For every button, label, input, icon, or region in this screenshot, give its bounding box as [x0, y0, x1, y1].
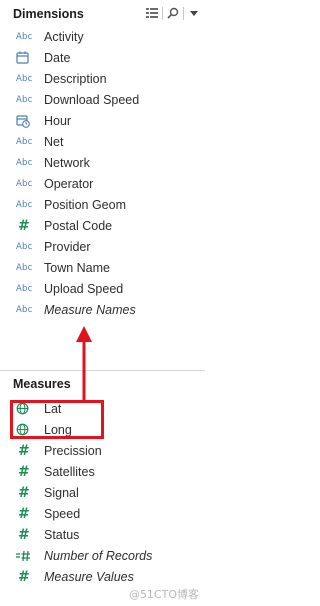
field-satellites[interactable]: # Satellites	[0, 461, 205, 482]
abc-string-icon: Abc	[16, 94, 33, 105]
hash-number-icon: #	[18, 463, 30, 480]
field-label: Lat	[44, 401, 62, 416]
field-label: Number of Records	[44, 548, 153, 563]
datetime-clock-icon	[16, 114, 36, 128]
abc-string-icon: Abc	[16, 157, 33, 168]
field-label: Download Speed	[44, 92, 140, 107]
field-network[interactable]: Abc Network	[0, 152, 205, 173]
field-long[interactable]: Long	[0, 419, 205, 440]
field-signal[interactable]: # Signal	[0, 482, 205, 503]
field-label: Hour	[44, 113, 72, 128]
hash-number-icon: #	[18, 505, 30, 522]
hash-number-icon: #	[18, 568, 30, 585]
abc-string-icon: Abc	[16, 136, 33, 147]
field-label: Signal	[44, 485, 79, 500]
dimensions-title: Dimensions	[13, 7, 84, 21]
abc-string-icon: Abc	[16, 178, 33, 189]
field-label: Measure Values	[44, 569, 134, 584]
header-toolbar	[145, 6, 201, 20]
field-label: Town Name	[44, 260, 110, 275]
pane-divider[interactable]	[0, 370, 205, 371]
abc-string-icon: Abc	[16, 31, 33, 42]
field-status[interactable]: # Status	[0, 524, 205, 545]
list-view-icon[interactable]	[145, 6, 159, 20]
calendar-date-icon	[16, 51, 36, 65]
field-label: Provider	[44, 239, 91, 254]
field-label: Position Geom	[44, 197, 126, 212]
field-hour[interactable]: Hour	[0, 110, 205, 131]
field-label: Precission	[44, 443, 102, 458]
globe-geo-icon	[16, 423, 36, 437]
field-label: Description	[44, 71, 107, 86]
field-measure-names[interactable]: Abc Measure Names	[0, 299, 205, 320]
field-label: Speed	[44, 506, 81, 521]
abc-string-icon: Abc	[16, 262, 33, 273]
abc-string-icon: Abc	[16, 283, 33, 294]
field-label: Upload Speed	[44, 281, 124, 296]
field-label: Activity	[44, 29, 84, 44]
header-separator	[162, 6, 163, 20]
field-label: Postal Code	[44, 218, 113, 233]
field-description[interactable]: Abc Description	[0, 68, 205, 89]
abc-string-icon: Abc	[16, 241, 33, 252]
field-postal-code[interactable]: # Postal Code	[0, 215, 205, 236]
field-label: Date	[44, 50, 71, 65]
hash-number-icon: #	[18, 526, 30, 543]
abc-string-icon: Abc	[16, 199, 33, 210]
hash-number-icon: #	[18, 217, 30, 234]
abc-string-icon: Abc	[16, 304, 33, 315]
watermark-text: @51CTO博客	[128, 588, 199, 601]
field-precission[interactable]: # Precission	[0, 440, 205, 461]
field-label: Operator	[44, 176, 94, 191]
field-measure-values[interactable]: # Measure Values	[0, 566, 205, 587]
field-download-speed[interactable]: Abc Download Speed	[0, 89, 205, 110]
field-upload-speed[interactable]: Abc Upload Speed	[0, 278, 205, 299]
search-icon[interactable]	[166, 6, 180, 20]
field-label: Status	[44, 527, 80, 542]
globe-geo-icon	[16, 402, 36, 416]
abc-string-icon: Abc	[16, 73, 33, 84]
field-activity[interactable]: Abc Activity	[0, 26, 205, 47]
number-of-records-icon	[16, 549, 36, 563]
field-lat[interactable]: Lat	[0, 398, 205, 419]
field-town-name[interactable]: Abc Town Name	[0, 257, 205, 278]
field-label: Network	[44, 155, 90, 170]
field-number-of-records[interactable]: Number of Records	[0, 545, 205, 566]
field-date[interactable]: Date	[0, 47, 205, 68]
data-pane: Dimensions Abc Activity Date Abc Descrip…	[0, 0, 205, 606]
dimensions-header: Dimensions	[0, 2, 205, 26]
field-operator[interactable]: Abc Operator	[0, 173, 205, 194]
header-separator	[183, 6, 184, 20]
field-speed[interactable]: # Speed	[0, 503, 205, 524]
field-label: Net	[44, 134, 64, 149]
dropdown-menu-icon[interactable]	[187, 6, 201, 20]
field-position-geom[interactable]: Abc Position Geom	[0, 194, 205, 215]
measures-title: Measures	[13, 377, 71, 391]
field-label: Long	[44, 422, 72, 437]
field-net[interactable]: Abc Net	[0, 131, 205, 152]
measures-header: Measures	[0, 372, 205, 396]
field-label: Measure Names	[44, 302, 136, 317]
field-provider[interactable]: Abc Provider	[0, 236, 205, 257]
field-label: Satellites	[44, 464, 95, 479]
hash-number-icon: #	[18, 484, 30, 501]
hash-number-icon: #	[18, 442, 30, 459]
